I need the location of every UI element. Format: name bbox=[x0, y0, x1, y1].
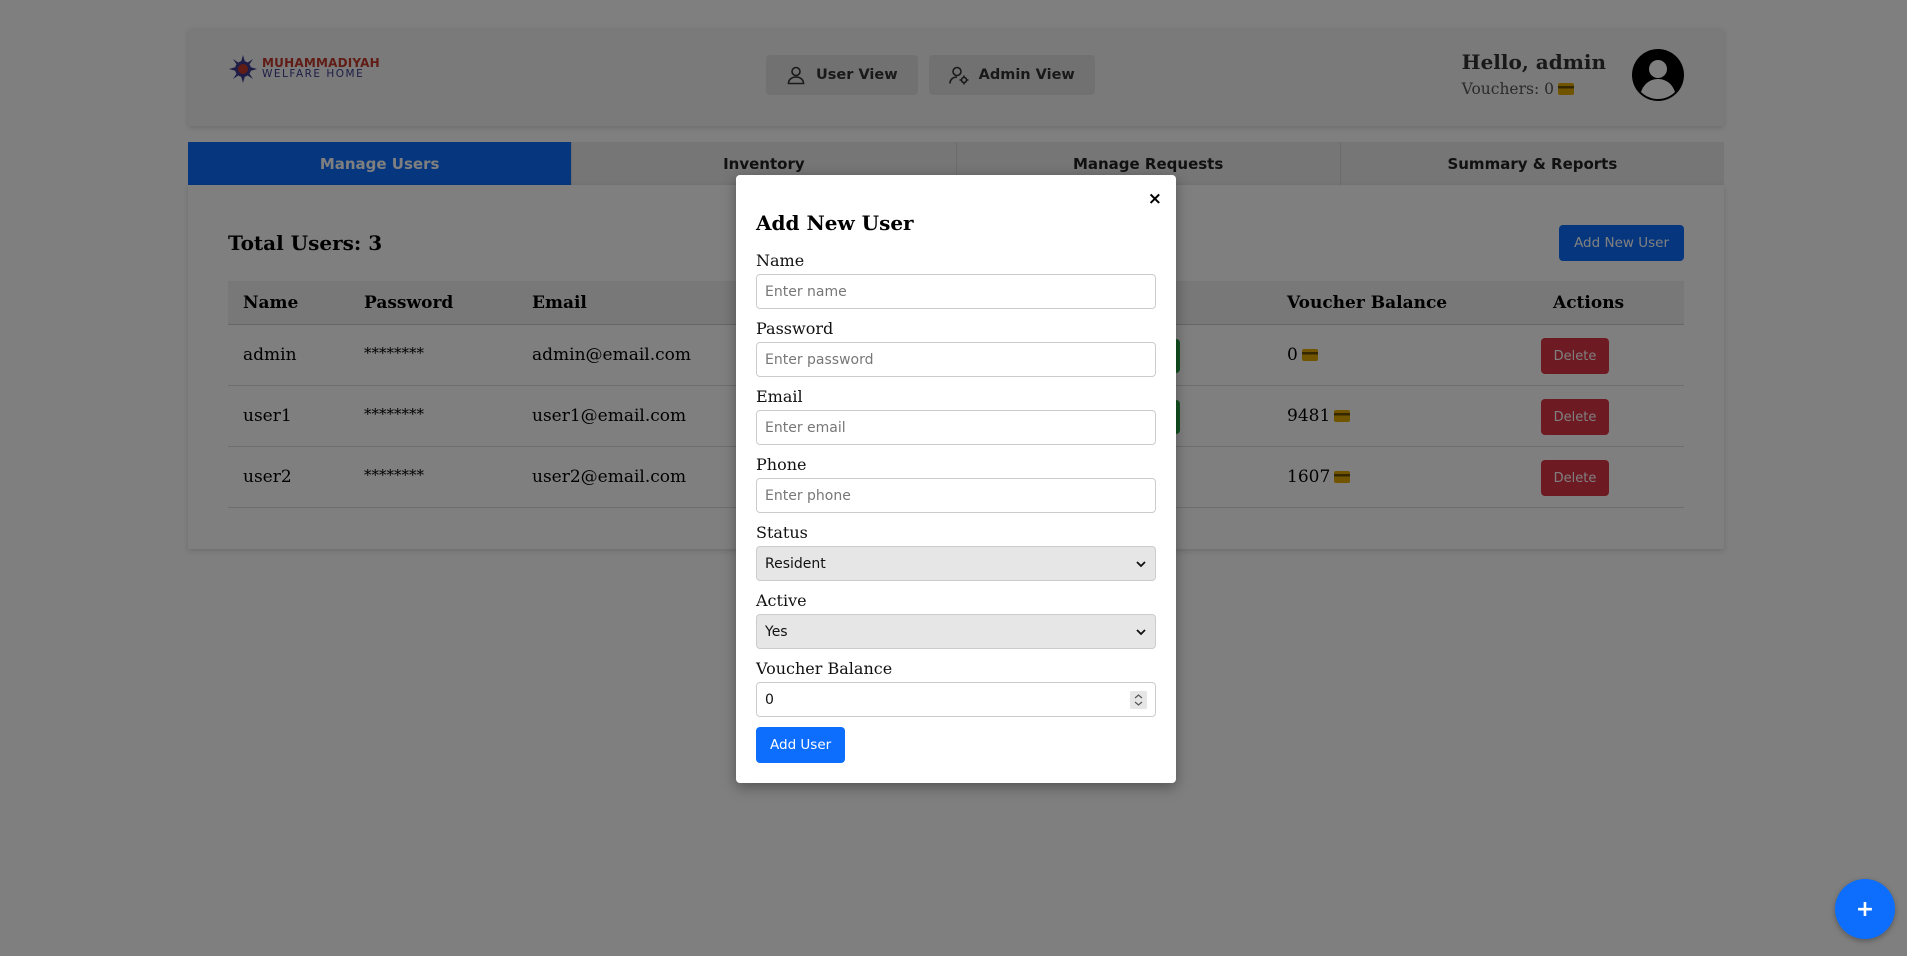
email-input[interactable] bbox=[756, 410, 1156, 445]
chevron-down-icon bbox=[1136, 628, 1146, 635]
name-label: Name bbox=[756, 251, 805, 270]
phone-input[interactable] bbox=[756, 478, 1156, 513]
phone-label: Phone bbox=[756, 455, 807, 474]
number-spinner-icon[interactable] bbox=[1130, 691, 1147, 709]
voucher-balance-label: Voucher Balance bbox=[756, 659, 893, 678]
status-label: Status bbox=[756, 523, 808, 542]
active-label: Active bbox=[756, 591, 807, 610]
add-user-submit-button[interactable]: Add User bbox=[756, 727, 846, 763]
chevron-down-icon bbox=[1136, 560, 1146, 567]
floating-add-button[interactable]: + bbox=[1835, 879, 1895, 939]
modal-title: Add New User bbox=[756, 211, 914, 235]
voucher-balance-value: 0 bbox=[765, 691, 774, 708]
voucher-balance-input[interactable]: 0 bbox=[756, 682, 1156, 717]
status-select[interactable]: Resident bbox=[756, 546, 1156, 581]
active-select-value: Yes bbox=[765, 623, 788, 640]
password-label: Password bbox=[756, 319, 834, 338]
password-input[interactable] bbox=[756, 342, 1156, 377]
add-user-modal: × Add New User Name Password Email Phone… bbox=[736, 175, 1176, 783]
active-select[interactable]: Yes bbox=[756, 614, 1156, 649]
status-select-value: Resident bbox=[765, 555, 826, 572]
name-input[interactable] bbox=[756, 274, 1156, 309]
close-icon[interactable]: × bbox=[1148, 189, 1162, 209]
email-label: Email bbox=[756, 387, 803, 406]
